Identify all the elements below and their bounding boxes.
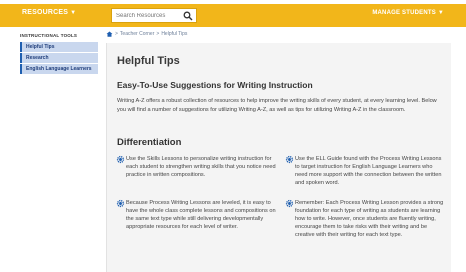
chevron-down-icon: ▼ xyxy=(70,10,77,16)
gear-icon xyxy=(285,155,294,164)
tip-text: Remember: Each Process Writing Lesson pr… xyxy=(295,200,444,238)
breadcrumb-current: Helpful Tips xyxy=(161,31,188,37)
differentiation-heading: Differentiation xyxy=(117,137,182,148)
resources-menu-button[interactable]: RESOURCES ▼ xyxy=(22,9,76,16)
manage-students-menu-button[interactable]: MANAGE STUDENTS ▼ xyxy=(372,10,444,16)
sidebar-item-research[interactable]: Research xyxy=(20,53,98,63)
intro-paragraph: Writing A-Z offers a robust collection o… xyxy=(117,98,437,113)
gear-icon xyxy=(285,199,294,208)
page-title: Helpful Tips xyxy=(117,55,180,67)
search-icon[interactable] xyxy=(183,11,193,21)
tip-text: Use the ELL Guide found with the Process… xyxy=(295,156,442,186)
breadcrumb-link-teacher-corner[interactable]: Teacher Corner xyxy=(120,31,154,37)
home-icon[interactable] xyxy=(106,31,113,37)
resources-label: RESOURCES xyxy=(22,9,69,16)
search-box xyxy=(111,8,197,23)
sidebar-item-helpful-tips[interactable]: Helpful Tips xyxy=(20,42,98,52)
breadcrumb-sep: > xyxy=(156,31,160,37)
breadcrumb-sep: > xyxy=(115,31,118,37)
tip-text: Use the Skills Lessons to personalize wr… xyxy=(126,156,276,178)
chevron-down-icon: ▼ xyxy=(437,10,444,16)
sidebar-item-english-language-learners[interactable]: English Language Learners xyxy=(20,64,98,74)
search-input[interactable] xyxy=(112,9,180,22)
gear-icon xyxy=(116,199,125,208)
tip-text: Because Process Writing Lessons are leve… xyxy=(126,200,276,230)
breadcrumb: > Teacher Corner > Helpful Tips xyxy=(106,31,187,37)
sidebar: INSTRUCTIONAL TOOLS Helpful Tips Researc… xyxy=(20,33,98,75)
section-subtitle: Easy-To-Use Suggestions for Writing Inst… xyxy=(117,80,313,90)
sidebar-title: INSTRUCTIONAL TOOLS xyxy=(20,33,78,38)
main-content: Helpful Tips Easy-To-Use Suggestions for… xyxy=(106,43,451,272)
gear-icon xyxy=(116,155,125,164)
manage-students-label: MANAGE STUDENTS xyxy=(372,10,436,16)
top-nav-bar: RESOURCES▼ MANAGE STUDENTS ▼ xyxy=(0,4,466,27)
